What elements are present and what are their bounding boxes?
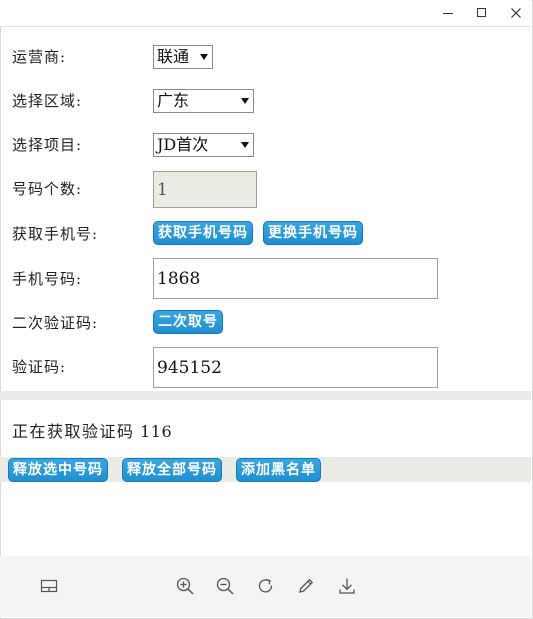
carrier-label: 运营商: bbox=[12, 48, 67, 66]
chevron-down-icon bbox=[200, 54, 208, 60]
region-value: 广东 bbox=[157, 91, 190, 110]
second-code-label: 二次验证码: bbox=[12, 314, 99, 332]
rotate-icon[interactable] bbox=[255, 575, 277, 597]
download-glyph bbox=[339, 578, 355, 594]
maximize-icon bbox=[477, 8, 486, 17]
pencil-glyph bbox=[299, 578, 314, 593]
release-all-button[interactable]: 释放全部号码 bbox=[122, 458, 222, 482]
carrier-value: 联通 bbox=[157, 47, 190, 66]
minimize-icon bbox=[443, 13, 453, 14]
separator-bar bbox=[0, 391, 531, 400]
get-phone-button[interactable]: 获取手机号码 bbox=[153, 221, 253, 245]
project-value: JD首次 bbox=[157, 135, 209, 154]
change-phone-button[interactable]: 更换手机号码 bbox=[263, 221, 363, 245]
carrier-select[interactable]: 联通 bbox=[153, 45, 213, 69]
title-bar bbox=[0, 0, 531, 27]
region-select[interactable]: 广东 bbox=[153, 89, 254, 113]
phone-label: 手机号码: bbox=[12, 270, 83, 288]
region-label: 选择区域: bbox=[12, 92, 83, 110]
phone-value: 1868 bbox=[157, 268, 201, 289]
code-value: 945152 bbox=[157, 357, 222, 378]
count-value: 1 bbox=[157, 179, 168, 200]
chevron-down-icon bbox=[241, 142, 249, 148]
add-blacklist-button[interactable]: 添加黑名单 bbox=[236, 458, 321, 482]
minimize-button[interactable] bbox=[431, 0, 465, 26]
get-phone-label: 获取手机号: bbox=[12, 225, 99, 243]
code-label: 验证码: bbox=[12, 358, 67, 376]
release-selected-button[interactable]: 释放选中号码 bbox=[8, 458, 108, 482]
rotate-glyph bbox=[258, 578, 273, 593]
zoom-out-icon[interactable] bbox=[214, 575, 236, 597]
zoom-out-glyph bbox=[216, 577, 234, 595]
second-fetch-button[interactable]: 二次取号 bbox=[153, 310, 223, 334]
count-label: 号码个数: bbox=[12, 180, 83, 198]
status-text: 正在获取验证码 116 bbox=[12, 418, 172, 442]
count-field: 1 bbox=[153, 171, 257, 208]
layout-icon-glyph bbox=[40, 579, 58, 593]
code-field[interactable]: 945152 bbox=[153, 347, 438, 388]
close-icon bbox=[511, 8, 521, 18]
maximize-button[interactable] bbox=[465, 0, 499, 26]
zoom-in-glyph bbox=[176, 577, 194, 595]
chevron-down-icon bbox=[241, 98, 249, 104]
status-message: 正在获取验证码 bbox=[12, 422, 135, 441]
download-icon[interactable] bbox=[336, 575, 358, 597]
zoom-in-icon[interactable] bbox=[174, 575, 196, 597]
close-button[interactable] bbox=[499, 0, 533, 26]
status-count: 116 bbox=[140, 422, 173, 441]
project-label: 选择项目: bbox=[12, 136, 83, 154]
project-select[interactable]: JD首次 bbox=[153, 133, 254, 157]
edit-icon[interactable] bbox=[295, 575, 317, 597]
phone-field[interactable]: 1868 bbox=[153, 258, 438, 299]
layout-icon[interactable] bbox=[38, 575, 60, 597]
